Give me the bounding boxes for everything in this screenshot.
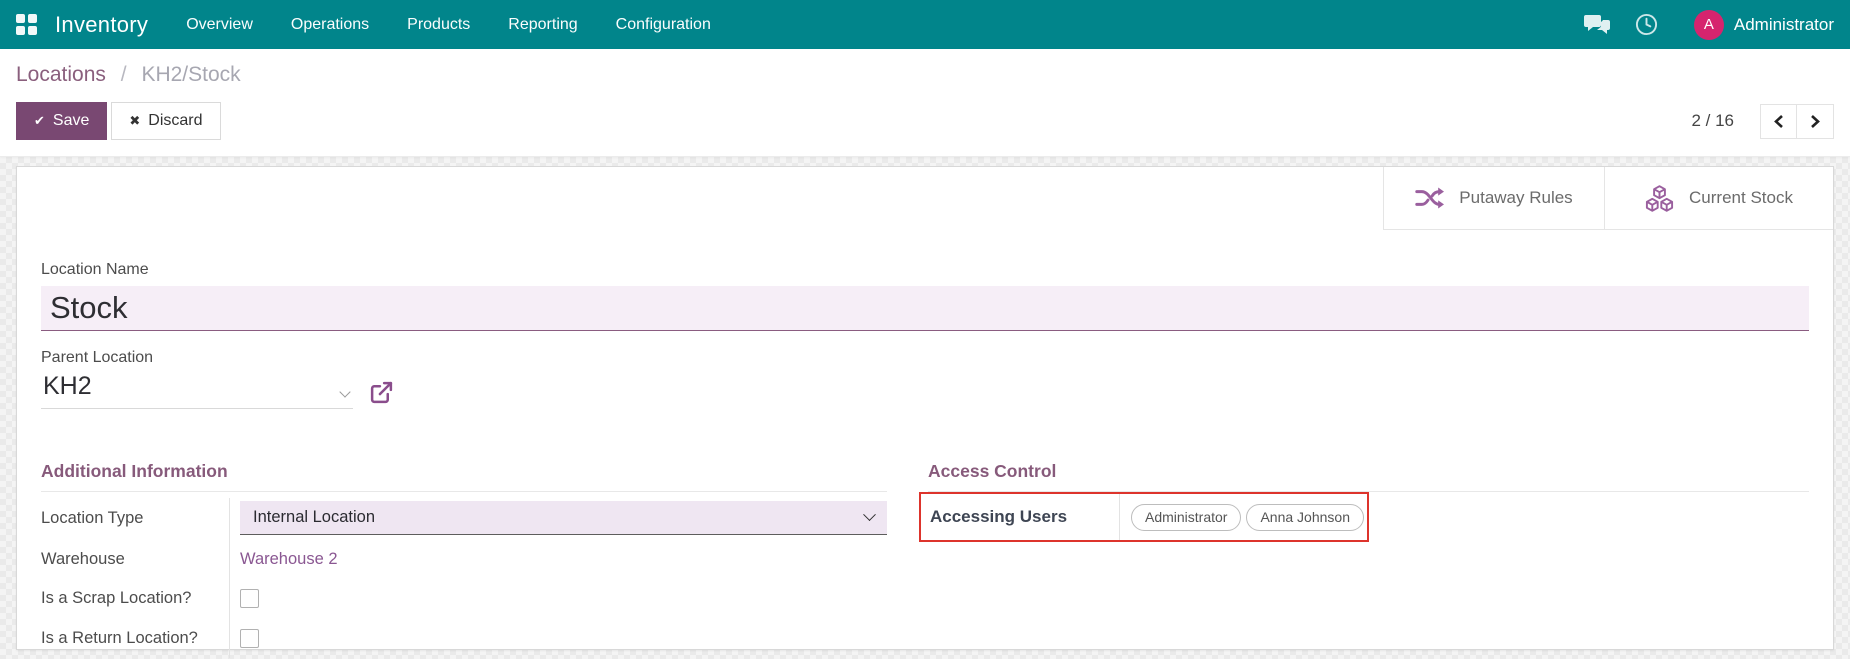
- is-scrap-location-checkbox[interactable]: [240, 589, 259, 608]
- breadcrumb: Locations / KH2/Stock: [16, 63, 1834, 87]
- is-return-location-checkbox[interactable]: [240, 629, 259, 648]
- check-icon: ✔: [34, 113, 45, 129]
- clock-icon[interactable]: [1635, 13, 1658, 36]
- nav-item-products[interactable]: Products: [407, 2, 470, 48]
- warehouse-label: Warehouse: [41, 550, 229, 569]
- putaway-rules-button[interactable]: Putaway Rules: [1383, 167, 1604, 229]
- warehouse-link[interactable]: Warehouse 2: [240, 550, 338, 569]
- discard-button[interactable]: ✖ Discard: [111, 102, 220, 140]
- app-name[interactable]: Inventory: [55, 12, 148, 38]
- top-navbar: Inventory Overview Operations Products R…: [0, 0, 1850, 49]
- stat-button-box: Putaway Rules Current Stock: [1383, 167, 1833, 230]
- breadcrumb-locations[interactable]: Locations: [16, 63, 106, 86]
- discard-button-label: Discard: [148, 112, 202, 130]
- breadcrumb-separator: /: [121, 63, 127, 86]
- avatar: A: [1694, 10, 1724, 40]
- cubes-icon: [1645, 185, 1674, 212]
- user-menu[interactable]: A Administrator: [1694, 10, 1834, 40]
- accessing-users-highlight-box: Accessing Users Administrator Anna Johns…: [919, 492, 1369, 542]
- nav-item-operations[interactable]: Operations: [291, 2, 369, 48]
- pager-prev-button[interactable]: [1760, 104, 1797, 139]
- parent-location-label: Parent Location: [41, 349, 1809, 367]
- apps-grid-icon[interactable]: [16, 14, 37, 35]
- shuffle-icon: [1415, 186, 1444, 210]
- parent-location-input[interactable]: KH2: [41, 372, 353, 409]
- nav-item-configuration[interactable]: Configuration: [616, 2, 711, 48]
- chevron-right-icon: [1809, 114, 1821, 129]
- user-tag[interactable]: Anna Johnson: [1246, 504, 1364, 531]
- nav-item-overview[interactable]: Overview: [186, 2, 253, 48]
- location-type-value: Internal Location: [253, 508, 375, 527]
- breadcrumb-current: KH2/Stock: [141, 63, 240, 86]
- nav-item-reporting[interactable]: Reporting: [508, 2, 577, 48]
- location-type-select[interactable]: Internal Location: [240, 501, 887, 535]
- location-name-label: Location Name: [41, 261, 1809, 279]
- putaway-rules-label: Putaway Rules: [1459, 188, 1572, 208]
- nav-menu: Overview Operations Products Reporting C…: [186, 2, 711, 48]
- control-panel: Locations / KH2/Stock ✔ Save ✖ Discard 2…: [0, 49, 1850, 157]
- content-area: Putaway Rules Current Stock Location Nam…: [0, 157, 1850, 659]
- current-stock-button[interactable]: Current Stock: [1604, 167, 1833, 229]
- chevron-left-icon: [1773, 114, 1785, 129]
- is-scrap-location-label: Is a Scrap Location?: [41, 589, 229, 608]
- user-name: Administrator: [1734, 15, 1834, 35]
- current-stock-label: Current Stock: [1689, 188, 1793, 208]
- pager-next-button[interactable]: [1797, 104, 1834, 139]
- is-return-location-label: Is a Return Location?: [41, 629, 229, 648]
- form-sheet: Putaway Rules Current Stock Location Nam…: [16, 166, 1834, 650]
- pager: 2 / 16: [1691, 104, 1834, 139]
- pager-count: 2 / 16: [1691, 111, 1734, 131]
- save-button[interactable]: ✔ Save: [16, 102, 107, 140]
- external-link-icon[interactable]: [369, 380, 394, 405]
- accessing-users-input[interactable]: Administrator Anna Johnson: [1119, 504, 1364, 531]
- accessing-users-label: Accessing Users: [930, 507, 1119, 527]
- x-icon: ✖: [129, 113, 140, 129]
- chat-bubbles-icon[interactable]: [1584, 14, 1611, 36]
- location-name-input[interactable]: Stock: [41, 286, 1809, 331]
- save-button-label: Save: [53, 112, 89, 130]
- caret-down-icon[interactable]: [339, 386, 350, 397]
- chevron-down-icon: [863, 508, 876, 521]
- section-additional-information: Additional Information: [41, 461, 887, 492]
- location-type-label: Location Type: [41, 509, 229, 528]
- section-access-control: Access Control: [928, 461, 1809, 492]
- user-tag[interactable]: Administrator: [1131, 504, 1241, 531]
